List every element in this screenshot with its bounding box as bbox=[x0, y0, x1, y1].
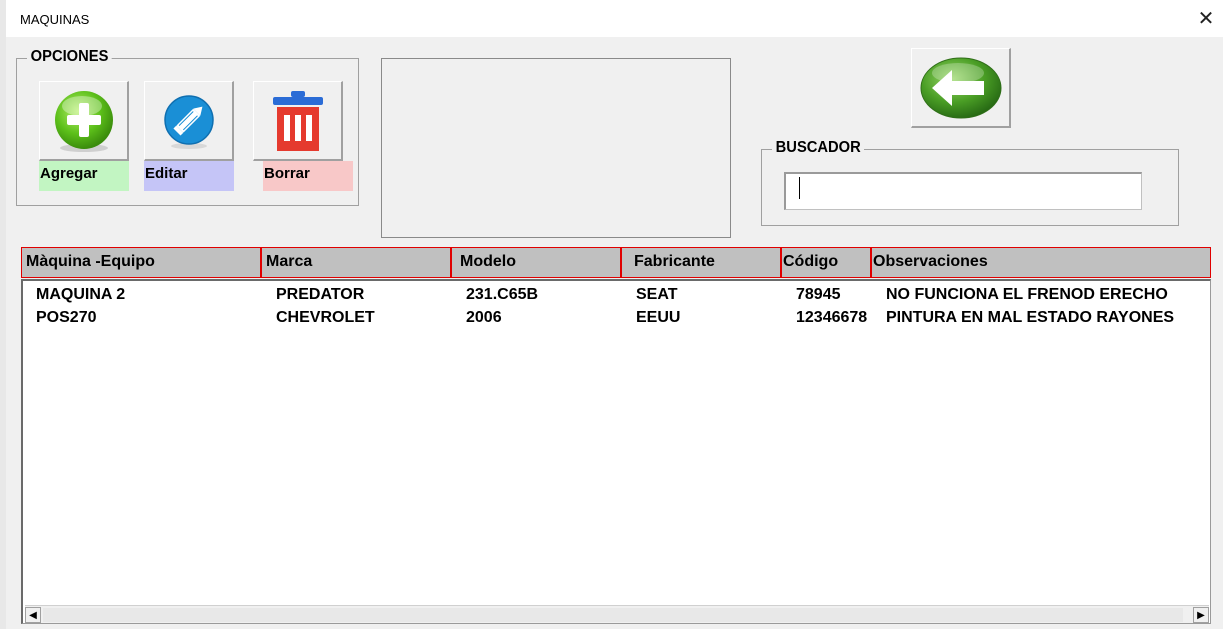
table-row[interactable]: MAQUINA 2 PREDATOR 231.C65B SEAT 78945 N… bbox=[23, 284, 1210, 306]
scroll-right-button[interactable]: ▶ bbox=[1193, 607, 1209, 623]
search-frame: BUSCADOR bbox=[761, 139, 1179, 226]
table-row[interactable]: POS270 CHEVROLET 2006 EEUU 12346678 PINT… bbox=[23, 307, 1210, 329]
column-header-maquina[interactable]: Màquina -Equipo bbox=[21, 247, 261, 278]
edit-label-text: Editar bbox=[145, 165, 188, 182]
cell-modelo: 231.C65B bbox=[466, 286, 539, 303]
cell-observaciones: PINTURA EN MAL ESTADO RAYONES bbox=[886, 309, 1175, 326]
cell-observaciones: NO FUNCIONA EL FRENOD ERECHO bbox=[886, 286, 1168, 303]
dialog-window: MAQUINAS ✕ OPCIONES Agregar Editar Borra… bbox=[0, 0, 1223, 629]
column-header-fabricante[interactable]: Fabricante bbox=[621, 247, 781, 278]
column-header-codigo[interactable]: Código bbox=[781, 247, 871, 278]
search-input[interactable] bbox=[784, 172, 1142, 210]
add-label-text: Agregar bbox=[40, 165, 98, 182]
back-button[interactable] bbox=[911, 48, 1011, 128]
cell-codigo: 12346678 bbox=[796, 309, 868, 326]
column-header-observaciones[interactable]: Observaciones bbox=[871, 247, 1211, 278]
cell-modelo: 2006 bbox=[466, 309, 502, 326]
edit-button[interactable] bbox=[144, 81, 234, 161]
options-frame-label: OPCIONES bbox=[27, 48, 113, 66]
scroll-thumb[interactable] bbox=[43, 608, 1183, 622]
cell-fabricante: SEAT bbox=[636, 286, 678, 303]
window-title: MAQUINAS bbox=[20, 12, 90, 27]
close-icon: ✕ bbox=[1197, 8, 1215, 30]
text-cursor bbox=[799, 177, 800, 199]
cell-maquina: MAQUINA 2 bbox=[36, 286, 126, 303]
column-header-marca[interactable]: Marca bbox=[261, 247, 451, 278]
delete-button-label[interactable]: Borrar bbox=[263, 161, 353, 191]
cell-marca: CHEVROLET bbox=[276, 309, 375, 326]
options-frame: OPCIONES Agregar Editar Borrar bbox=[16, 48, 359, 206]
chevron-right-icon: ▶ bbox=[1197, 609, 1205, 621]
add-button-label[interactable]: Agregar bbox=[39, 161, 129, 191]
close-button[interactable]: ✕ bbox=[1193, 6, 1219, 32]
trash-icon bbox=[272, 90, 323, 151]
delete-label-text: Borrar bbox=[264, 165, 310, 182]
delete-button[interactable] bbox=[253, 81, 343, 161]
image-preview-box bbox=[381, 58, 731, 238]
scroll-left-button[interactable]: ◀ bbox=[25, 607, 41, 623]
search-frame-label: BUSCADOR bbox=[772, 139, 865, 157]
cell-fabricante: EEUU bbox=[636, 309, 681, 326]
horizontal-scrollbar[interactable]: ◀ ▶ bbox=[25, 605, 1209, 623]
cell-codigo: 78945 bbox=[796, 286, 841, 303]
column-header-modelo[interactable]: Modelo bbox=[451, 247, 621, 278]
title-bar: MAQUINAS ✕ bbox=[6, 0, 1223, 38]
arrow-left-icon bbox=[920, 57, 1001, 118]
machines-list[interactable]: MAQUINA 2 PREDATOR 231.C65B SEAT 78945 N… bbox=[21, 279, 1211, 624]
table-header: Màquina -Equipo Marca Modelo Fabricante … bbox=[21, 247, 1211, 278]
cell-maquina: POS270 bbox=[36, 309, 97, 326]
edit-button-label[interactable]: Editar bbox=[144, 161, 234, 191]
pencil-icon bbox=[163, 94, 214, 149]
chevron-left-icon: ◀ bbox=[29, 609, 37, 621]
add-button[interactable] bbox=[39, 81, 129, 161]
cell-marca: PREDATOR bbox=[276, 286, 365, 303]
plus-icon bbox=[54, 90, 113, 152]
